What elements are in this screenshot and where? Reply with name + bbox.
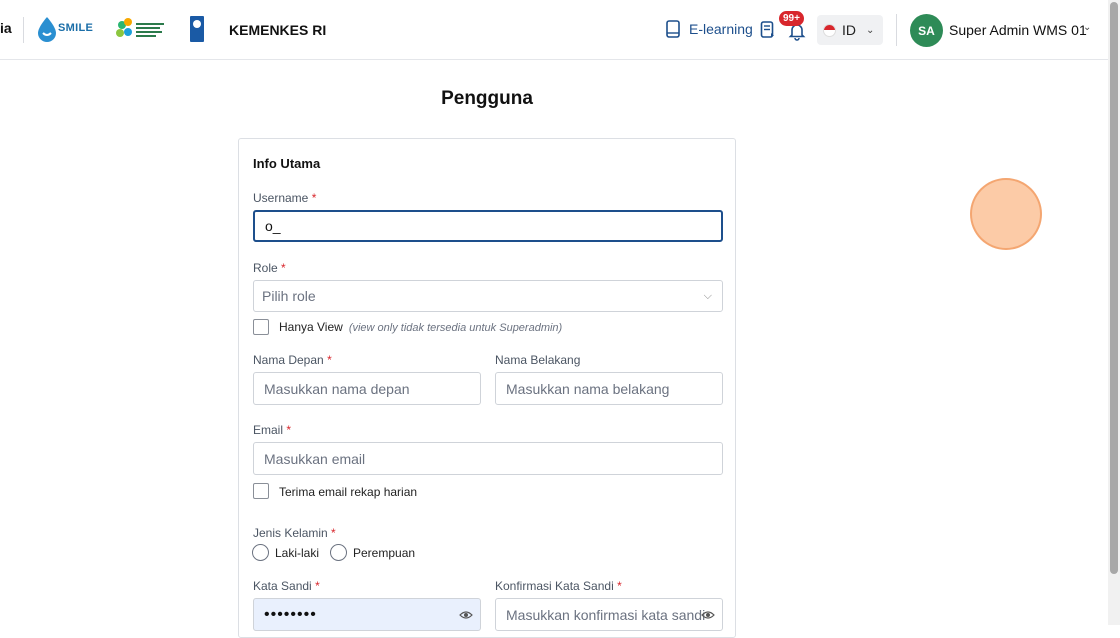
- scrollbar-thumb[interactable]: [1110, 2, 1118, 574]
- indonesia-flag-icon: [823, 23, 836, 37]
- header-divider: [23, 17, 24, 43]
- first-name-input[interactable]: Masukkan nama depan: [253, 372, 481, 405]
- elearning-link[interactable]: E-learning: [665, 20, 753, 38]
- header-divider: [896, 14, 897, 46]
- first-name-placeholder: Masukkan nama depan: [264, 380, 410, 397]
- view-only-note: (view only tidak tersedia untuk Superadm…: [348, 322, 563, 334]
- password-value: ••••••••: [264, 605, 317, 623]
- book-icon: [666, 20, 680, 38]
- elearning-label: E-learning: [689, 21, 753, 37]
- daily-recap-checkbox[interactable]: [253, 483, 269, 499]
- gender-male-radio[interactable]: [252, 544, 269, 561]
- confirm-password-placeholder: Masukkan konfirmasi kata sandi: [506, 606, 706, 623]
- daily-recap-label: Terima email rekap harian: [279, 485, 418, 499]
- confirm-password-input[interactable]: Masukkan konfirmasi kata sandi: [495, 598, 723, 631]
- email-label: Email *: [253, 423, 292, 437]
- gender-female-radio[interactable]: [330, 544, 347, 561]
- kemenkes-emblem-icon: [116, 18, 164, 37]
- smile-logo[interactable]: SMILE: [36, 16, 94, 44]
- section-title: Info Utama: [253, 156, 321, 171]
- password-input[interactable]: ••••••••: [253, 598, 481, 631]
- view-only-label: Hanya View (view only tidak tersedia untu…: [279, 320, 563, 334]
- user-name[interactable]: Super Admin WMS 01: [949, 22, 1087, 38]
- role-select[interactable]: Pilih role ⌵: [253, 280, 723, 312]
- last-name-label: Nama Belakang: [495, 353, 581, 367]
- chevron-down-icon: ⌄: [866, 24, 875, 36]
- email-input[interactable]: Masukkan email: [253, 442, 723, 475]
- eye-icon[interactable]: [459, 608, 473, 622]
- avatar[interactable]: SA: [910, 14, 943, 47]
- email-placeholder: Masukkan email: [264, 450, 366, 467]
- avatar-initials: SA: [918, 23, 935, 38]
- smile-logo-text: SMILE: [58, 22, 94, 34]
- chevron-down-icon[interactable]: ⌄: [1083, 22, 1091, 33]
- undp-logo[interactable]: [190, 16, 204, 42]
- username-label: Username *: [253, 191, 317, 205]
- username-value: o_: [265, 218, 281, 234]
- first-name-label: Nama Depan *: [253, 353, 332, 367]
- role-placeholder: Pilih role: [262, 288, 316, 304]
- user-form-card: Info Utama Username * o_ Role * Pilih ro…: [238, 138, 736, 638]
- kemenkes-logo[interactable]: [114, 16, 168, 44]
- language-selector[interactable]: ID ⌄: [817, 15, 883, 45]
- password-label: Kata Sandi *: [253, 579, 320, 593]
- cursor-highlight: [970, 178, 1042, 250]
- username-input[interactable]: o_: [253, 210, 723, 242]
- eye-icon[interactable]: [701, 608, 715, 622]
- page-title: Pengguna: [441, 88, 533, 109]
- language-label: ID: [842, 22, 856, 38]
- gender-male-label: Laki-laki: [275, 546, 320, 560]
- role-label: Role *: [253, 261, 286, 275]
- smile-drop-icon: [38, 17, 56, 42]
- view-only-checkbox[interactable]: [253, 319, 269, 335]
- gender-label: Jenis Kelamin *: [253, 526, 336, 540]
- gender-female-label: Perempuan: [353, 546, 416, 560]
- top-navbar: ia SMILE KEMENKES RI E-learning 99+ ID ⌄…: [0, 0, 1108, 60]
- page-scrollbar[interactable]: [1108, 0, 1120, 625]
- report-icon[interactable]: [760, 21, 776, 39]
- chevron-down-icon: ⌵: [703, 290, 712, 302]
- brand-text: ia: [0, 20, 12, 36]
- last-name-input[interactable]: Masukkan nama belakang: [495, 372, 723, 405]
- confirm-password-label: Konfirmasi Kata Sandi *: [495, 579, 622, 593]
- notification-badge: 99+: [779, 11, 804, 26]
- last-name-placeholder: Masukkan nama belakang: [506, 380, 670, 397]
- org-name: KEMENKES RI: [229, 22, 327, 38]
